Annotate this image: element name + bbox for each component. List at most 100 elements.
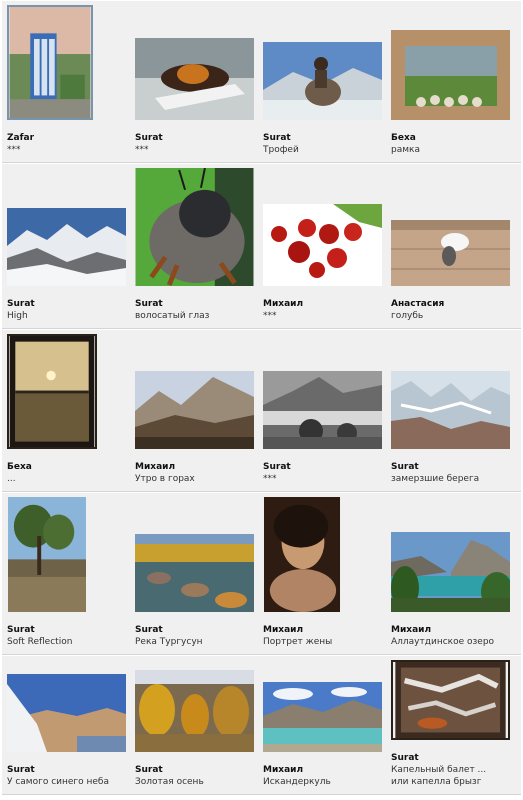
gallery-row: Surat Soft Reflection Surat Река Тургусу… (2, 492, 521, 655)
photo-thumbnail[interactable] (135, 38, 254, 120)
photo-thumbnail[interactable] (7, 208, 126, 286)
photo-title: замерзшие берега (391, 474, 480, 484)
photo-title: волосатый глаз (135, 311, 210, 321)
photo-thumbnail[interactable] (135, 534, 254, 612)
photo-title: Река Тургусун (135, 637, 203, 647)
photo-title: рамка (391, 145, 420, 155)
photo-caption: Surat Золотая осень (135, 764, 258, 794)
gallery-item: Surat замерзшие берега (386, 330, 514, 491)
photo-caption: Surat *** (263, 461, 386, 491)
gallery-item: Surat Река Тургусун (130, 493, 258, 654)
photo-caption: Surat замерзшие берега (391, 461, 514, 491)
photo-caption: Surat волосатый глаз (135, 298, 258, 328)
photo-caption: Михаил Портрет жены (263, 624, 386, 654)
photo-title: Трофей (263, 145, 299, 155)
photo-thumbnail[interactable] (7, 497, 87, 612)
photo-caption: Surat У самого синего неба (7, 764, 130, 794)
gallery-item: Михаил Искандеркуль (258, 656, 386, 794)
photo-author-link[interactable]: Анастасия (391, 298, 514, 310)
photo-thumbnail[interactable] (135, 670, 254, 752)
photo-author-link[interactable]: Surat (7, 764, 130, 776)
gallery-item: Surat *** (130, 1, 258, 162)
photo-author-link[interactable]: Михаил (263, 624, 386, 636)
photo-thumbnail[interactable] (263, 204, 382, 286)
photo-thumbnail[interactable] (391, 30, 510, 120)
photo-author-link[interactable]: Михаил (263, 298, 386, 310)
photo-author-link[interactable]: Surat (135, 132, 258, 144)
photo-thumbnail[interactable] (7, 334, 97, 449)
gallery-item: Zafar *** (2, 1, 130, 162)
photo-caption: Беха рамка (391, 132, 514, 162)
gallery-item: Михаил Утро в горах (130, 330, 258, 491)
gallery-item: Surat High (2, 164, 130, 328)
photo-author-link[interactable]: Беха (391, 132, 514, 144)
photo-thumbnail[interactable] (263, 497, 341, 612)
photo-thumbnail[interactable] (263, 371, 382, 449)
photo-thumbnail[interactable] (391, 220, 510, 286)
photo-caption: Surat Река Тургусун (135, 624, 258, 654)
photo-title: голубь (391, 311, 424, 321)
photo-author-link[interactable]: Zafar (7, 132, 130, 144)
photo-thumbnail[interactable] (391, 532, 510, 612)
gallery-row: Surat High Surat волосатый глаз Михаил *… (2, 163, 521, 329)
gallery-item: Михаил *** (258, 164, 386, 328)
gallery-item: Беха ... (2, 330, 130, 491)
photo-caption: Михаил Утро в горах (135, 461, 258, 491)
photo-caption: Surat High (7, 298, 130, 328)
photo-caption: Михаил Аллаутдинское озеро (391, 624, 514, 654)
photo-caption: Surat *** (135, 132, 258, 162)
photo-author-link[interactable]: Surat (135, 298, 258, 310)
gallery-item: Surat Трофей (258, 1, 386, 162)
photo-title: Золотая осень (135, 777, 204, 787)
gallery-row: Surat У самого синего неба Surat Золотая… (2, 655, 521, 795)
photo-author-link[interactable]: Михаил (135, 461, 258, 473)
photo-caption: Surat Трофей (263, 132, 386, 162)
photo-title: Искандеркуль (263, 777, 331, 787)
gallery-item: Беха рамка (386, 1, 514, 162)
photo-caption: Беха ... (7, 461, 130, 491)
gallery-item: Михаил Аллаутдинское озеро (386, 493, 514, 654)
gallery-item: Surat Капельный балет ... или капелла бр… (386, 656, 514, 794)
photo-author-link[interactable]: Михаил (263, 764, 386, 776)
photo-caption: Михаил Искандеркуль (263, 764, 386, 794)
photo-author-link[interactable]: Surat (7, 624, 130, 636)
photo-author-link[interactable]: Surat (135, 624, 258, 636)
photo-title: Аллаутдинское озеро (391, 637, 495, 647)
gallery-row: Беха ... Михаил Утро в горах Surat *** S… (2, 329, 521, 492)
photo-author-link[interactable]: Surat (7, 298, 130, 310)
photo-caption: Михаил *** (263, 298, 386, 328)
gallery-item: Михаил Портрет жены (258, 493, 386, 654)
photo-caption: Zafar *** (7, 132, 130, 162)
photo-caption: Анастасия голубь (391, 298, 514, 328)
photo-title: Капельный балет ... или капелла брызг (391, 765, 487, 787)
photo-thumbnail[interactable] (135, 168, 254, 286)
photo-caption: Surat Soft Reflection (7, 624, 130, 654)
photo-thumbnail[interactable] (7, 674, 126, 752)
photo-author-link[interactable]: Surat (263, 132, 386, 144)
photo-title: *** (7, 145, 21, 155)
photo-author-link[interactable]: Surat (135, 764, 258, 776)
photo-title: Утро в горах (135, 474, 195, 484)
photo-thumbnail[interactable] (391, 660, 510, 740)
photo-thumbnail[interactable] (263, 682, 382, 752)
photo-thumbnail[interactable] (7, 5, 93, 120)
photo-title: Soft Reflection (7, 637, 73, 647)
photo-title: ... (7, 474, 16, 484)
photo-author-link[interactable]: Surat (391, 752, 514, 764)
photo-title: *** (263, 474, 277, 484)
photo-author-link[interactable]: Surat (263, 461, 386, 473)
gallery-row: Zafar *** Surat *** Surat Трофей Беха ра… (2, 0, 521, 163)
photo-author-link[interactable]: Беха (7, 461, 130, 473)
photo-title: High (7, 311, 28, 321)
photo-author-link[interactable]: Михаил (391, 624, 514, 636)
photo-thumbnail[interactable] (135, 371, 254, 449)
photo-thumbnail[interactable] (263, 42, 382, 120)
gallery-item: Surat *** (258, 330, 386, 491)
photo-title: *** (135, 145, 149, 155)
photo-gallery: Zafar *** Surat *** Surat Трофей Беха ра… (2, 0, 521, 795)
photo-author-link[interactable]: Surat (391, 461, 514, 473)
gallery-item: Surat Soft Reflection (2, 493, 130, 654)
photo-title: *** (263, 311, 277, 321)
photo-title: Портрет жены (263, 637, 333, 647)
photo-thumbnail[interactable] (391, 371, 510, 449)
